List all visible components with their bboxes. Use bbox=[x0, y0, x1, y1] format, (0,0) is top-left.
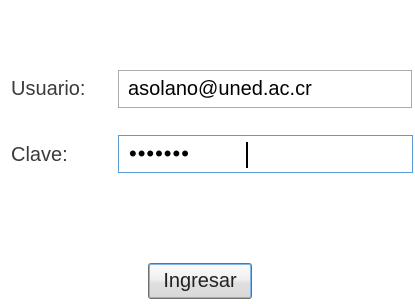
password-label: Clave: bbox=[11, 144, 68, 166]
login-button[interactable]: Ingresar bbox=[148, 263, 252, 299]
password-field[interactable]: ••••••• bbox=[118, 135, 413, 173]
username-label: Usuario: bbox=[11, 78, 86, 100]
login-form: Usuario: Clave: ••••••• Ingresar bbox=[0, 0, 415, 304]
password-mask: ••••••• bbox=[129, 141, 190, 166]
username-field[interactable] bbox=[118, 70, 412, 108]
text-caret bbox=[246, 142, 248, 168]
